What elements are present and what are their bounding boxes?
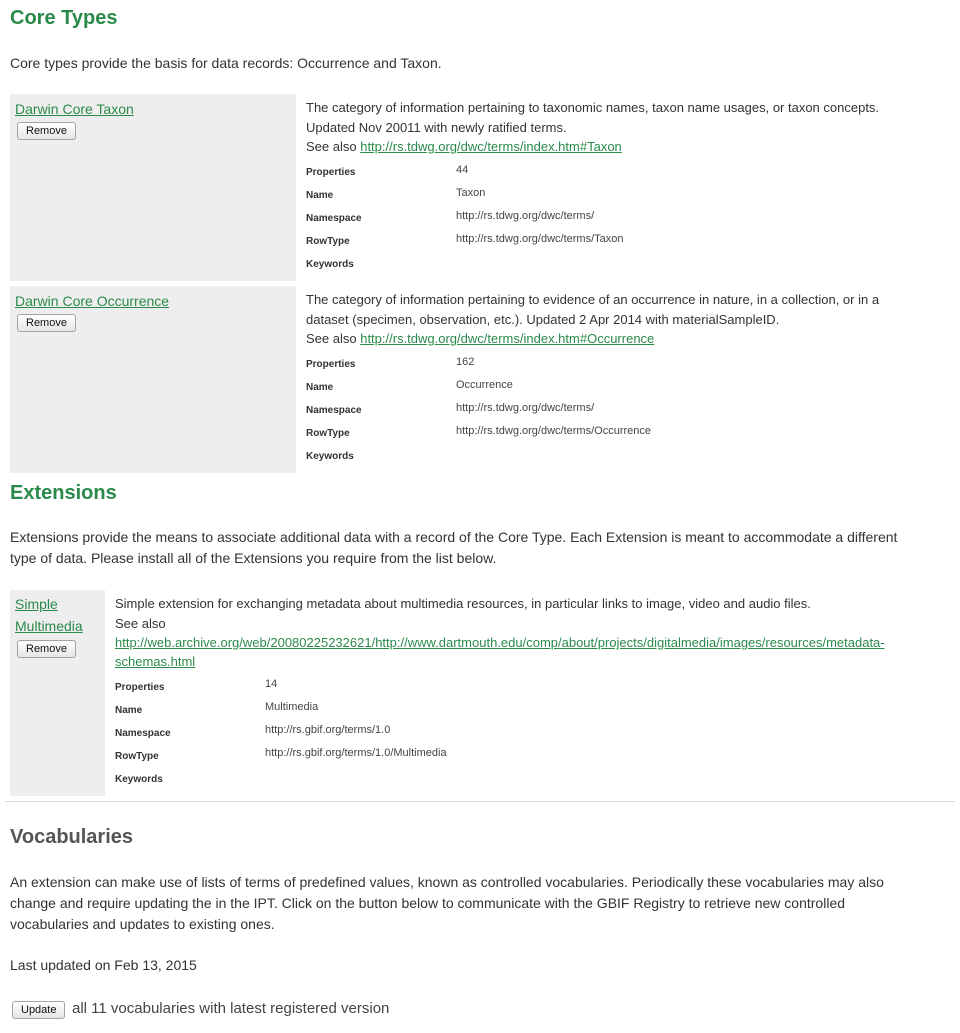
core-taxon-see-also-link[interactable]: http://rs.tdwg.org/dwc/terms/index.htm#T… (360, 139, 622, 154)
update-vocabularies-button[interactable]: Update (12, 1001, 66, 1019)
properties-label: Properties (306, 359, 356, 370)
namespace-value: http://rs.gbif.org/terms/1.0 (265, 724, 391, 736)
properties-value: 162 (456, 356, 475, 368)
namespace-value: http://rs.tdwg.org/dwc/terms/ (456, 210, 595, 222)
core-occurrence-description: The category of information pertaining t… (306, 292, 880, 327)
namespace-label: Namespace (306, 213, 362, 224)
name-label: Name (306, 190, 334, 201)
rowtype-label: RowType (306, 236, 350, 247)
properties-value: 44 (456, 164, 469, 176)
extensions-heading: Extensions (10, 482, 117, 504)
name-label: Name (306, 382, 334, 393)
remove-taxon-button[interactable]: Remove (17, 122, 76, 140)
core-occurrence-cell: Darwin Core Occurrence Remove (10, 286, 296, 473)
vocabularies-last-updated: Last updated on Feb 13, 2015 (10, 957, 197, 973)
properties-label: Properties (306, 167, 356, 178)
namespace-label: Namespace (115, 728, 171, 739)
update-description: all 11 vocabularies with latest register… (72, 1000, 390, 1017)
core-taxon-see-also: See also http://rs.tdwg.org/dwc/terms/in… (306, 137, 622, 156)
keywords-label: Keywords (306, 451, 354, 462)
see-also-label: See also (306, 331, 357, 346)
properties-label: Properties (115, 682, 165, 693)
name-label: Name (115, 705, 143, 716)
extension-multimedia-description: Simple extension for exchanging metadata… (115, 596, 811, 611)
keywords-label: Keywords (306, 259, 354, 270)
vocabularies-heading: Vocabularies (10, 826, 134, 848)
section-divider (5, 801, 955, 802)
core-types-intro: Core types provide the basis for data re… (10, 55, 442, 71)
core-occurrence-see-also: See also http://rs.tdwg.org/dwc/terms/in… (306, 329, 654, 348)
core-taxon-cell: Darwin Core Taxon Remove (10, 94, 296, 281)
extension-multimedia-link-line2[interactable]: Multimedia (15, 615, 83, 637)
see-also-label: See also (115, 616, 166, 631)
rowtype-value: http://rs.gbif.org/terms/1.0/Multimedia (265, 747, 447, 759)
extension-multimedia-details: Simple extension for exchanging metadata… (115, 594, 935, 794)
extensions-intro: Extensions provide the means to associat… (10, 529, 898, 566)
properties-value: 14 (265, 678, 278, 690)
extension-multimedia-see-also-link-cont[interactable]: schemas.html (115, 652, 195, 671)
core-taxon-description: The category of information pertaining t… (306, 100, 880, 135)
core-taxon-details: The category of information pertaining t… (306, 98, 926, 278)
rowtype-label: RowType (306, 428, 350, 439)
remove-multimedia-button[interactable]: Remove (17, 640, 76, 658)
remove-occurrence-button[interactable]: Remove (17, 314, 76, 332)
core-occurrence-link[interactable]: Darwin Core Occurrence (15, 290, 169, 312)
name-value: Multimedia (265, 701, 319, 713)
core-taxon-link[interactable]: Darwin Core Taxon (15, 98, 134, 120)
name-value: Occurrence (456, 379, 513, 391)
keywords-label: Keywords (115, 774, 163, 785)
core-types-heading: Core Types (10, 7, 118, 29)
rowtype-value: http://rs.tdwg.org/dwc/terms/Taxon (456, 233, 624, 245)
see-also-label: See also (306, 139, 357, 154)
namespace-value: http://rs.tdwg.org/dwc/terms/ (456, 402, 595, 414)
name-value: Taxon (456, 187, 486, 199)
rowtype-label: RowType (115, 751, 159, 762)
vocabularies-intro: An extension can make use of lists of te… (10, 874, 884, 932)
rowtype-value: http://rs.tdwg.org/dwc/terms/Occurrence (456, 425, 652, 437)
extension-multimedia-see-also-link[interactable]: http://web.archive.org/web/2008022523262… (115, 633, 885, 652)
extension-multimedia-cell: Simple Multimedia Remove (10, 590, 105, 796)
extension-multimedia-link-line1[interactable]: Simple (15, 593, 58, 615)
core-occurrence-see-also-link[interactable]: http://rs.tdwg.org/dwc/terms/index.htm#O… (360, 331, 654, 346)
namespace-label: Namespace (306, 405, 362, 416)
core-occurrence-details: The category of information pertaining t… (306, 290, 926, 470)
